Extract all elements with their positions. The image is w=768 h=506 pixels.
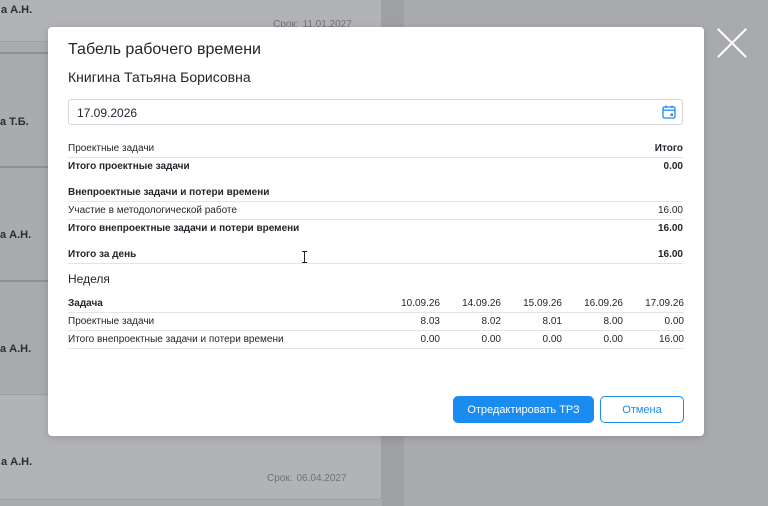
week-table-header-row: Задача 10.09.26 14.09.26 15.09.26 16.09.… bbox=[68, 295, 684, 313]
modal-title: Табель рабочего времени bbox=[68, 41, 261, 58]
close-icon[interactable] bbox=[716, 27, 748, 59]
row-label: Проектные задачи bbox=[68, 312, 379, 331]
day-total-label: Итого за день bbox=[68, 249, 137, 260]
row-value: 8.03 bbox=[379, 312, 440, 331]
date-column-header: 14.09.26 bbox=[440, 295, 501, 313]
week-section-title: Неделя bbox=[68, 272, 110, 286]
date-column-header: 15.09.26 bbox=[501, 295, 562, 313]
employee-name: Книгина Татьяна Борисовна bbox=[68, 69, 251, 85]
row-value: 0.00 bbox=[623, 312, 684, 331]
row-value: 0.00 bbox=[562, 330, 623, 349]
background-card-name: а А.Н. bbox=[0, 229, 32, 241]
date-column-header: 10.09.26 bbox=[379, 295, 440, 313]
nonproject-item-label: Участие в методологической работе bbox=[68, 205, 237, 216]
task-column-header: Задача bbox=[68, 295, 379, 313]
background-card-name: а А.Н. bbox=[1, 4, 33, 16]
calendar-icon[interactable] bbox=[662, 105, 676, 119]
nonproject-total-label: Итого внепроектные задачи и потери време… bbox=[68, 223, 300, 234]
nonproject-header-row: Внепроектные задачи и потери времени bbox=[68, 187, 683, 198]
divider bbox=[68, 219, 683, 220]
day-total-value: 16.00 bbox=[657, 249, 683, 260]
background-card-name: а А.Н. bbox=[0, 343, 32, 355]
nonproject-total-row: Итого внепроектные задачи и потери време… bbox=[68, 223, 683, 234]
row-value: 8.02 bbox=[440, 312, 501, 331]
date-field[interactable]: 17.09.2026 bbox=[68, 99, 683, 125]
text-cursor-icon bbox=[302, 251, 307, 263]
nonproject-total-value: 16.00 bbox=[657, 223, 683, 234]
background-card-name: а Т.Б. bbox=[0, 116, 29, 128]
nonproject-header: Внепроектные задачи и потери времени bbox=[68, 187, 270, 198]
project-total-label: Итого проектные задачи bbox=[68, 161, 190, 172]
divider bbox=[68, 263, 683, 264]
divider bbox=[68, 201, 683, 202]
row-value: 8.00 bbox=[562, 312, 623, 331]
nonproject-item-value: 16.00 bbox=[657, 205, 683, 216]
date-column-header: 16.09.26 bbox=[562, 295, 623, 313]
nonproject-item-row: Участие в методологической работе 16.00 bbox=[68, 205, 683, 216]
table-row: Итого внепроектные задачи и потери време… bbox=[68, 330, 684, 349]
project-tasks-header: Проектные задачи bbox=[68, 143, 155, 154]
week-table: Задача 10.09.26 14.09.26 15.09.26 16.09.… bbox=[68, 295, 684, 349]
row-value: 16.00 bbox=[623, 330, 684, 349]
project-total-value: 0.00 bbox=[663, 161, 683, 172]
deadline-value: 06.04.2027 bbox=[296, 473, 347, 484]
row-value: 0.00 bbox=[501, 330, 562, 349]
day-total-row: Итого за день 16.00 bbox=[68, 249, 683, 260]
total-header: Итого bbox=[654, 143, 683, 154]
divider bbox=[68, 157, 683, 158]
background-card-deadline: Срок: 06.04.2027 bbox=[267, 473, 347, 484]
project-tasks-header-row: Проектные задачи Итого bbox=[68, 143, 683, 154]
row-value: 0.00 bbox=[440, 330, 501, 349]
timesheet-modal: Табель рабочего времени Книгина Татьяна … bbox=[48, 27, 704, 436]
deadline-label: Срок: bbox=[267, 473, 293, 484]
row-value: 8.01 bbox=[501, 312, 562, 331]
table-row: Проектные задачи 8.03 8.02 8.01 8.00 0.0… bbox=[68, 312, 684, 331]
background-card-name: а А.Н. bbox=[1, 456, 33, 468]
project-total-row: Итого проектные задачи 0.00 bbox=[68, 161, 683, 172]
edit-timesheet-button[interactable]: Отредактировать ТРЗ bbox=[453, 396, 594, 423]
date-field-value: 17.09.2026 bbox=[77, 106, 138, 120]
date-column-header: 17.09.26 bbox=[623, 295, 684, 313]
cancel-button[interactable]: Отмена bbox=[600, 396, 684, 423]
row-label: Итого внепроектные задачи и потери време… bbox=[68, 330, 379, 349]
row-value: 0.00 bbox=[379, 330, 440, 349]
